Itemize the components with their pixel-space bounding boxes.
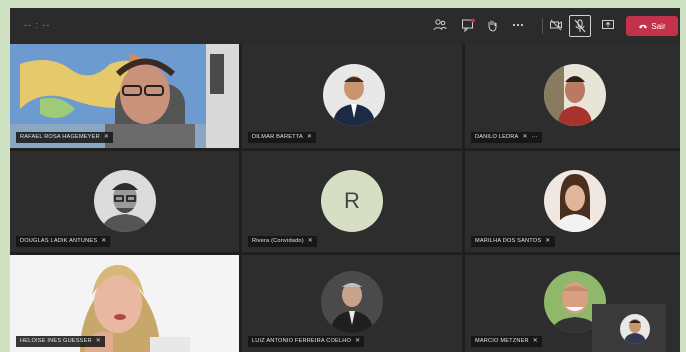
mic-muted-icon: ✕	[532, 338, 538, 344]
participant-tile[interactable]: DOUGLAS LADIK ANTUNES ✕	[10, 151, 239, 252]
mic-muted-icon: ✕	[103, 134, 110, 140]
avatar	[94, 170, 156, 232]
participant-tile[interactable]: HELOISE INES GUESSER ✕	[10, 255, 239, 352]
avatar	[321, 271, 383, 333]
participant-name-tag: RAFAEL ROSA HAGEMEYER ✕	[16, 132, 114, 143]
leave-button[interactable]: Sair	[626, 16, 678, 36]
participant-tile[interactable]: RAFAEL ROSA HAGEMEYER ✕	[10, 44, 239, 148]
more-options-icon[interactable]	[510, 18, 526, 34]
participant-name: MARCIO METZNER	[475, 338, 529, 344]
participant-name-tag: LUIZ ANTONIO FERREIRA COELHO ✕	[248, 336, 365, 347]
participant-name: DOUGLAS LADIK ANTUNES	[20, 238, 98, 244]
participant-tile[interactable]: R Rivera (Convidado) ✕	[242, 151, 462, 252]
participant-name: HELOISE INES GUESSER	[20, 338, 92, 344]
participant-grid: RAFAEL ROSA HAGEMEYER ✕ DILMAR BARETTA ✕ D…	[10, 44, 680, 352]
participant-name: MARILHA DOS SANTOS	[475, 238, 542, 244]
participants-icon[interactable]	[432, 18, 448, 34]
participant-name-tag: DANILO LEDRA ✕ ···	[471, 132, 542, 143]
mic-muted-icon: ✕	[101, 238, 107, 244]
participant-name: Rivera (Convidado)	[252, 238, 304, 244]
participant-name-tag: MARILHA DOS SANTOS ✕	[471, 236, 555, 247]
avatar-initial: R	[344, 188, 360, 213]
chat-icon[interactable]	[460, 18, 476, 34]
meeting-timer: -- : --	[24, 20, 51, 30]
mic-muted-icon: ✕	[522, 134, 528, 140]
mic-muted-icon: ✕	[355, 338, 361, 344]
mic-toggle-button[interactable]	[569, 15, 591, 37]
mic-muted-icon: ✕	[95, 338, 102, 344]
participant-name: DANILO LEDRA	[475, 134, 519, 140]
participant-tile[interactable]: MARILHA DOS SANTOS ✕	[465, 151, 680, 252]
participant-tile[interactable]: LUIZ ANTONIO FERREIRA COELHO ✕	[242, 255, 462, 352]
raise-hand-icon[interactable]	[484, 18, 500, 34]
participant-tile[interactable]: DANILO LEDRA ✕ ···	[465, 44, 680, 148]
participant-name-tag: DOUGLAS LADIK ANTUNES ✕	[16, 236, 111, 247]
teams-meeting-window: -- : -- Sair RAFAEL ROSA HAGEMEYER ✕ DIL…	[10, 8, 680, 352]
participant-name-tag: MARCIO METZNER ✕	[471, 336, 542, 347]
mic-off-icon	[574, 19, 586, 33]
participant-tile[interactable]: DILMAR BARETTA ✕	[242, 44, 462, 148]
share-screen-icon[interactable]	[600, 18, 616, 34]
camera-off-icon[interactable]	[548, 18, 564, 34]
mic-muted-icon: ✕	[307, 238, 314, 244]
self-avatar	[620, 314, 650, 344]
participant-name-tag: Rivera (Convidado) ✕	[248, 236, 318, 247]
mic-muted-icon: ✕	[306, 134, 313, 140]
meeting-toolbar: -- : -- Sair	[10, 8, 680, 44]
more-icon[interactable]: ···	[532, 134, 538, 140]
mic-muted-icon: ✕	[545, 238, 551, 244]
participant-name: DILMAR BARETTA	[252, 134, 303, 140]
participant-name: LUIZ ANTONIO FERREIRA COELHO	[252, 338, 352, 344]
phone-icon	[639, 24, 648, 29]
participant-name: RAFAEL ROSA HAGEMEYER	[20, 134, 100, 140]
leave-label: Sair	[651, 21, 666, 31]
participant-name-tag: HELOISE INES GUESSER ✕	[16, 336, 106, 347]
participant-name-tag: DILMAR BARETTA ✕	[248, 132, 317, 143]
toolbar-divider	[542, 18, 543, 34]
initial-avatar: R	[321, 170, 383, 232]
self-view[interactable]	[592, 304, 666, 352]
avatar	[544, 64, 606, 126]
avatar	[544, 170, 606, 232]
avatar	[323, 64, 385, 126]
